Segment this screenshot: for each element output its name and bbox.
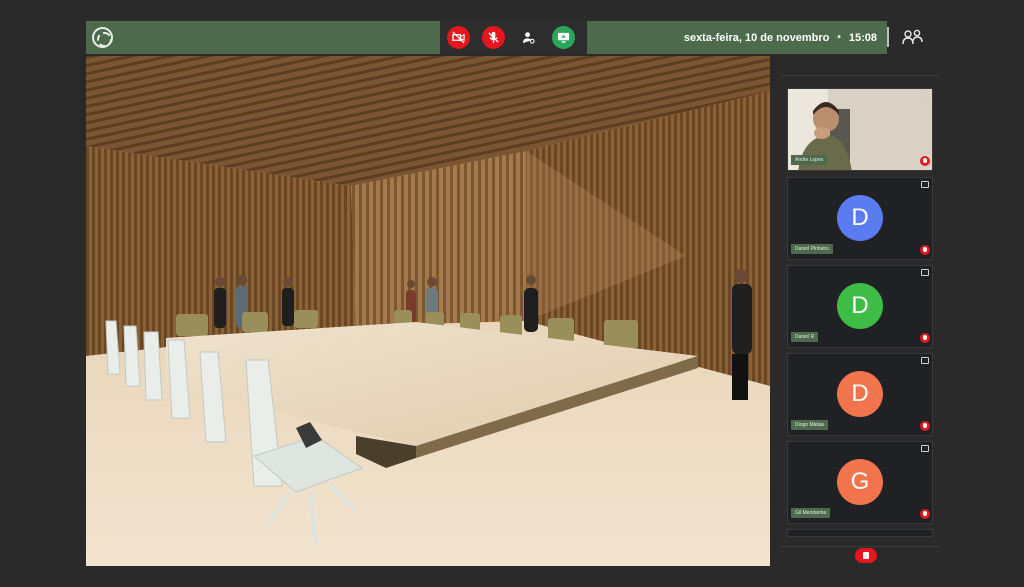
mic-muted-icon: [920, 333, 930, 343]
participant-tile[interactable]: Andre Lopes: [787, 88, 933, 171]
participant-name: Daniel Pinheiro: [791, 244, 833, 254]
participant-name: Daniel R: [791, 332, 819, 342]
camera-off-icon: [452, 31, 465, 44]
mic-muted-icon: [920, 156, 930, 166]
pin-icon[interactable]: [921, 357, 929, 364]
date-label: sexta-feira, 10 de novembro: [683, 31, 830, 44]
leave-call-button[interactable]: [855, 548, 877, 563]
present-button[interactable]: [552, 26, 575, 49]
sidebar-top-divider: [781, 75, 939, 76]
screen-share-icon: [557, 32, 570, 43]
room-render: [86, 56, 770, 566]
participants-button[interactable]: [900, 26, 926, 48]
participant-avatar: G: [837, 459, 883, 505]
participant-avatar: D: [837, 283, 883, 329]
virtual-room-view[interactable]: [86, 56, 770, 566]
mic-muted-icon: [920, 421, 930, 431]
pin-icon[interactable]: [921, 181, 929, 188]
header-right-bar: sexta-feira, 10 de novembro • 15:08: [587, 21, 887, 54]
mic-off-icon: [488, 31, 499, 44]
participant-avatar: D: [837, 371, 883, 417]
mic-toggle-button[interactable]: [482, 26, 505, 49]
participant-tile[interactable]: D Daniel Pinheiro: [787, 177, 933, 260]
participant-tile[interactable]: D Diogo Matias: [787, 353, 933, 436]
participant-name: Gil Mendanha: [791, 508, 831, 518]
pin-icon[interactable]: [921, 445, 929, 452]
avatar-settings-button[interactable]: [517, 26, 540, 49]
date-time-separator: •: [837, 32, 841, 43]
pin-icon[interactable]: [921, 92, 929, 99]
pin-icon[interactable]: [921, 269, 929, 276]
participant-tile[interactable]: G Gil Mendanha: [787, 441, 933, 524]
participant-tile-partial[interactable]: [787, 529, 933, 537]
participant-name: Diogo Matias: [791, 420, 829, 430]
app-logo-icon: [92, 27, 113, 48]
participant-name: Andre Lopes: [791, 155, 828, 165]
call-controls: [440, 21, 586, 54]
mic-muted-icon: [920, 245, 930, 255]
sidebar-bottom-divider: [781, 546, 939, 547]
person-settings-icon: [522, 32, 535, 44]
time-label: 15:08: [848, 31, 877, 44]
camera-toggle-button[interactable]: [447, 26, 470, 49]
header-divider: [887, 27, 889, 47]
meeting-window: sexta-feira, 10 de novembro • 15:08 Andr…: [0, 0, 1024, 587]
header-left-bar: [86, 21, 440, 54]
participant-avatar: D: [837, 195, 883, 241]
mic-muted-icon: [920, 509, 930, 519]
participant-tile[interactable]: D Daniel R: [787, 265, 933, 348]
people-icon: [902, 29, 923, 45]
